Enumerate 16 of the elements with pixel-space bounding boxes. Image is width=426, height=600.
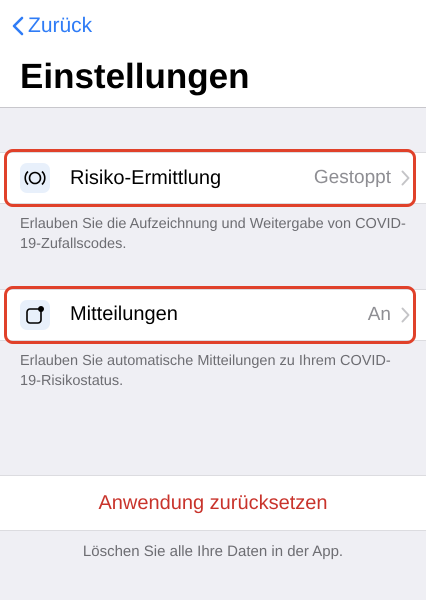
notification-icon — [25, 304, 45, 325]
back-button[interactable]: Zurück — [10, 12, 94, 40]
chevron-left-icon — [12, 16, 24, 36]
reset-footer: Löschen Sie alle Ihre Daten in der App. — [0, 531, 426, 560]
row-label: Risiko-Ermittlung — [70, 166, 222, 190]
row-label: Mitteilungen — [70, 303, 179, 326]
page-title: Einstellungen — [20, 57, 250, 97]
section-footer: Erlauben Sie die Aufzeichnung und Weitergabe von COVID-19-Zufallscodes. — [0, 204, 426, 255]
section-footer: Erlauben Sie automatische Mitteilungen zu Ihrem COVID-19-Risikostatus. — [0, 340, 426, 392]
chevron-right-icon — [401, 306, 410, 323]
row-value: An — [368, 304, 391, 326]
settings-row[interactable]: Mitteilungen An — [0, 288, 426, 341]
radar-icon — [24, 169, 46, 187]
chevron-right-icon — [401, 170, 410, 186]
settings-row[interactable]: Risiko-Ermittlung Gestoppt — [0, 152, 426, 204]
row-value: Gestoppt — [314, 167, 391, 189]
